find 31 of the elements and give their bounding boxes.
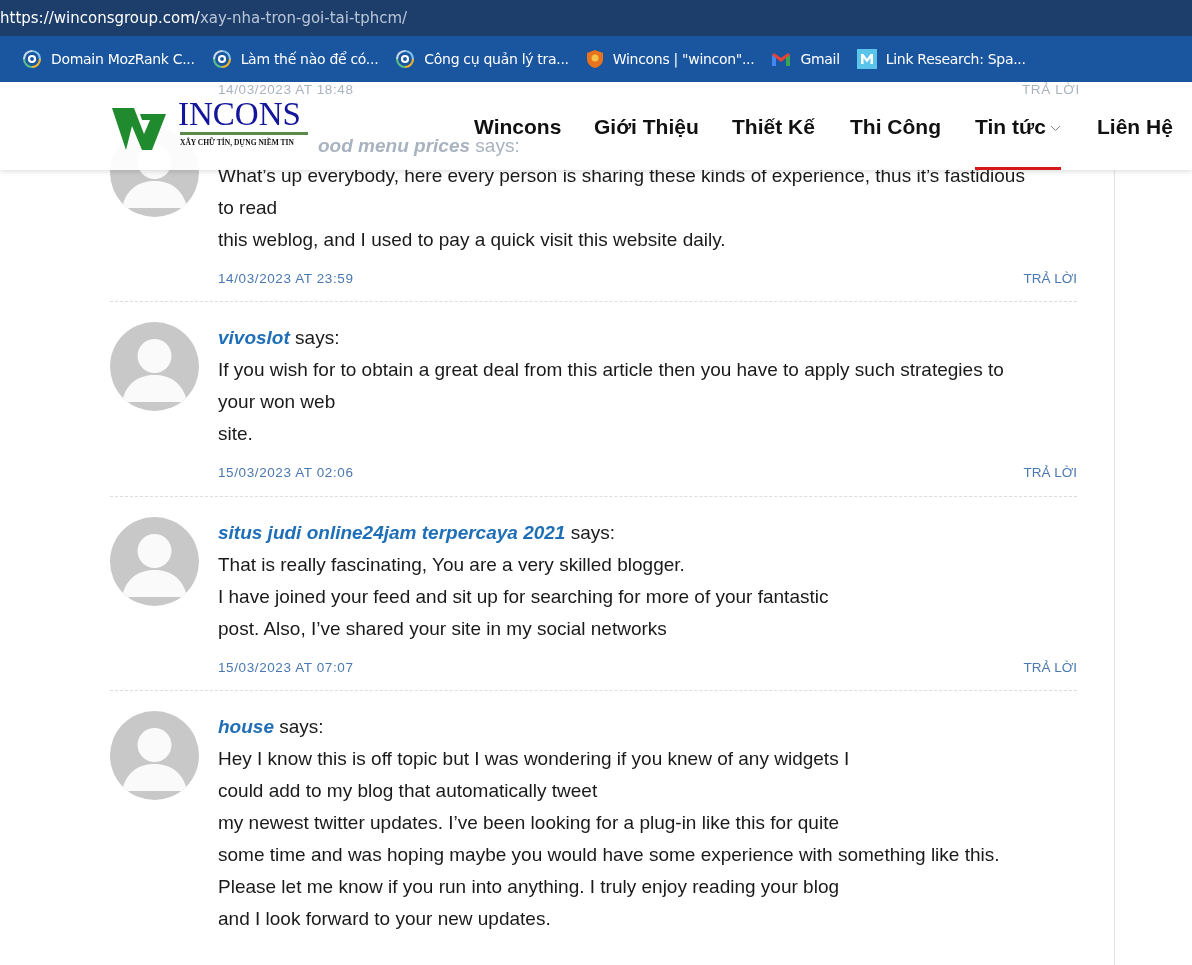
bookmark[interactable]: Wincons | "wincon"... (585, 48, 772, 70)
comment-text: That is really fascinating, You are a very skilled blogger. I have joined your feed and sit up for searching for more of your fantastic post. Also, I’ve shared your site in my social networks (218, 552, 830, 641)
comment-date: 14/03/2023 AT 23:59 (218, 270, 354, 288)
nav-link[interactable]: Thiết Kế (732, 106, 815, 140)
bookmark[interactable]: Công cụ quản lý tra... (395, 48, 586, 70)
comment-text: If you wish for to obtain a great deal from this article then you have to apply such strategies to your won web site. (218, 358, 1005, 447)
reply-link[interactable]: TRẢ LỜI (1023, 269, 1077, 290)
reply-link[interactable]: TRẢ LỜI (1023, 463, 1077, 484)
bookmark[interactable]: Link Research: Spa... (856, 48, 1043, 70)
nav-link[interactable]: Giới Thiệu (594, 106, 699, 140)
m-logo-icon (856, 49, 877, 69)
swirl-icon (211, 49, 232, 69)
comment-author: vivoslot says: (218, 326, 341, 351)
bookmark[interactable]: Làm thế nào để có... (211, 48, 396, 70)
comment-author: situs judi online24jam terpercaya 2021 says: (218, 520, 617, 545)
mail-icon (771, 51, 792, 67)
nav-link[interactable]: Liên Hệ (1097, 106, 1173, 140)
bookmark[interactable]: Domain MozRank C... (22, 48, 212, 70)
reply-link[interactable]: TRẢ LỜI (1023, 657, 1077, 678)
comment-text: Hey I know this is off topic but I was wondering if you knew of any widgets I could add to my blog that automatically tweet my newest twitter updates. I’ve been looking for a plug-in like this for quite some time and was hoping maybe you would have some experience with something like this. Please let me know if you run into anything. I truly enjoy reading your blog and I look forward to your new updates. (218, 746, 1001, 931)
nav-link[interactable]: Thi Công (850, 106, 941, 140)
comment-author: house says: (218, 714, 325, 739)
swirl-icon (22, 49, 42, 69)
comment-date: 15/03/2023 AT 07:07 (218, 658, 354, 677)
nav-link[interactable]: Tin tức (975, 106, 1061, 170)
comment-date: 14/03/2023 AT 18:48 (218, 82, 354, 99)
comment-date: 15/03/2023 AT 02:06 (218, 464, 354, 483)
swirl-icon (395, 49, 416, 69)
bookmark[interactable]: Gmail (771, 48, 857, 70)
shield-icon (585, 49, 604, 69)
address-bar[interactable]: https://winconsgroup.com/xay-nha-tron-goi-tai-tphcm/ (0, 0, 1192, 36)
